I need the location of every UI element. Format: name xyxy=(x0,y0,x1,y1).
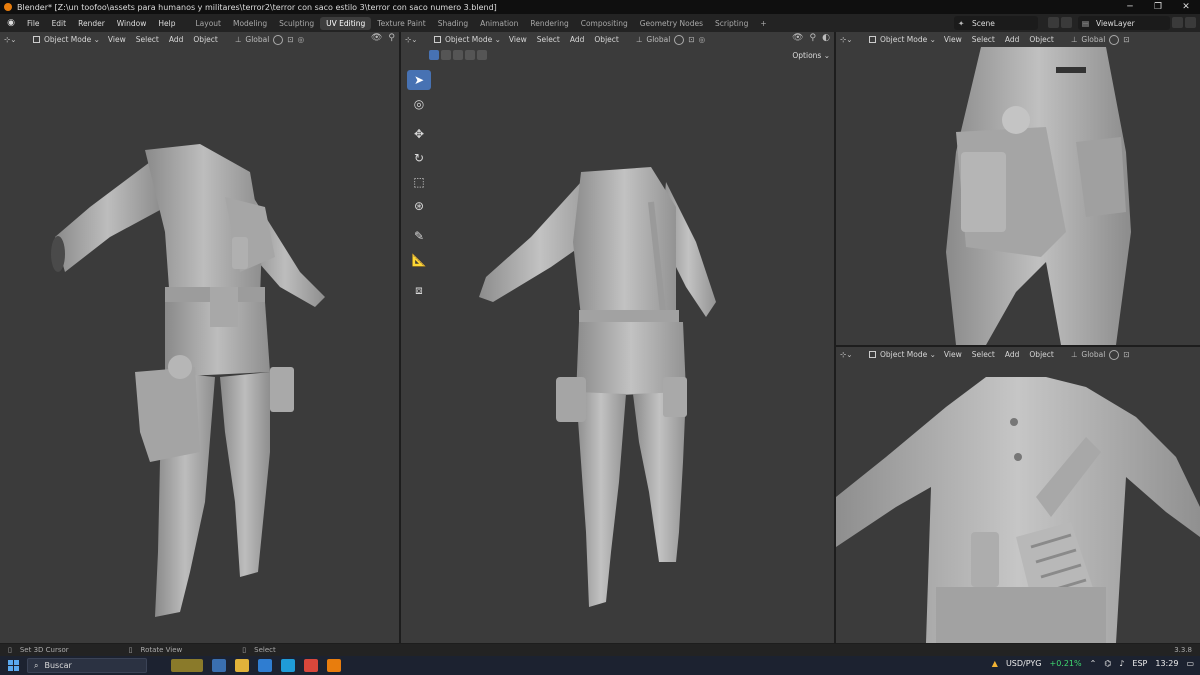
blender-menu-icon[interactable]: ◉ xyxy=(5,17,17,29)
scene-name: Scene xyxy=(972,18,995,28)
ticker-change: +0.21% xyxy=(1049,659,1082,668)
delete-scene-icon[interactable] xyxy=(1061,17,1072,28)
viewlayer-selector[interactable]: ▤ ViewLayer xyxy=(1078,16,1170,30)
window-titlebar: Blender* [Z:\un toofoo\assets para human… xyxy=(0,0,1200,14)
menu-help[interactable]: Help xyxy=(152,19,181,28)
status-left: Set 3D Cursor xyxy=(19,646,69,654)
workspace-tabs: Layout Modeling Sculpting UV Editing Tex… xyxy=(189,16,772,30)
tab-geometry-nodes[interactable]: Geometry Nodes xyxy=(634,17,709,30)
blender-logo-icon xyxy=(4,3,12,11)
delete-viewlayer-icon[interactable] xyxy=(1185,17,1196,28)
system-tray: ▲ USD/PYG +0.21% ⌃ ⌬ ♪ ESP 13:29 ▭ xyxy=(992,659,1194,668)
viewlayer-name: ViewLayer xyxy=(1096,18,1135,28)
add-workspace-button[interactable]: + xyxy=(754,17,772,30)
blender-taskbar-icon[interactable] xyxy=(327,659,341,672)
task-view-icon[interactable] xyxy=(212,659,226,672)
mouse-right-icon: ▯ xyxy=(242,646,247,654)
menu-file[interactable]: File xyxy=(21,19,46,28)
windows-start-icon[interactable] xyxy=(8,660,19,671)
status-middle: Rotate View xyxy=(140,646,183,654)
clock[interactable]: 13:29 xyxy=(1155,659,1178,668)
file-explorer-icon[interactable] xyxy=(235,659,249,672)
close-button[interactable]: ✕ xyxy=(1172,2,1200,12)
volume-icon[interactable]: ♪ xyxy=(1119,659,1124,668)
tab-modeling[interactable]: Modeling xyxy=(227,17,273,30)
tab-rendering[interactable]: Rendering xyxy=(524,17,574,30)
taskbar-search[interactable]: ⌕ Buscar xyxy=(27,658,147,673)
top-right-model-render xyxy=(946,47,1131,345)
maximize-button[interactable]: ❐ xyxy=(1144,2,1172,12)
tab-sculpting[interactable]: Sculpting xyxy=(273,17,320,30)
store-icon[interactable] xyxy=(258,659,272,672)
viewport-bottom-right[interactable]: ⊹⌄ Object Mode ⌄ View Select Add Object … xyxy=(836,347,1200,643)
edge-icon[interactable] xyxy=(281,659,295,672)
new-scene-icon[interactable] xyxy=(1048,17,1059,28)
chrome-icon[interactable] xyxy=(304,659,318,672)
menu-edit[interactable]: Edit xyxy=(46,19,73,28)
tab-uv-editing[interactable]: UV Editing xyxy=(320,16,372,30)
scene-selector[interactable]: ✦ Scene xyxy=(954,16,1038,30)
tab-layout[interactable]: Layout xyxy=(189,17,227,30)
mouse-middle-icon: ▯ xyxy=(128,646,133,654)
scene-icon: ✦ xyxy=(958,18,965,28)
network-icon[interactable]: ⌬ xyxy=(1104,659,1111,668)
left-model-render xyxy=(51,144,325,617)
search-label: Buscar xyxy=(44,661,72,670)
tab-texture-paint[interactable]: Texture Paint xyxy=(371,17,431,30)
mouse-left-icon: ▯ xyxy=(8,646,12,654)
menu-window[interactable]: Window xyxy=(111,19,153,28)
language-indicator[interactable]: ESP xyxy=(1132,659,1147,668)
top-bar: ◉ File Edit Render Window Help Layout Mo… xyxy=(0,14,1200,32)
tab-compositing[interactable]: Compositing xyxy=(575,17,634,30)
widget-icon[interactable] xyxy=(171,659,203,672)
new-viewlayer-icon[interactable] xyxy=(1172,17,1183,28)
viewport-top-right[interactable]: ⊹⌄ Object Mode ⌄ View Select Add Object … xyxy=(836,32,1200,345)
taskbar-apps xyxy=(171,659,341,672)
status-right: Select xyxy=(254,646,276,654)
status-bar: ▯ Set 3D Cursor ▯ Rotate View ▯ Select 3… xyxy=(0,644,1200,656)
blender-version: 3.3.8 xyxy=(1174,646,1192,654)
viewport-left[interactable]: ⊹⌄ Object Mode ⌄ View Select Add Object … xyxy=(0,32,399,643)
tray-expand-icon[interactable]: ⌃ xyxy=(1090,659,1097,668)
notifications-icon[interactable]: ▭ xyxy=(1186,659,1194,668)
viewport-center[interactable]: ⊹⌄ Object Mode ⌄ View Select Add Object … xyxy=(401,32,834,643)
tab-shading[interactable]: Shading xyxy=(432,17,474,30)
menu-render[interactable]: Render xyxy=(72,19,111,28)
windows-taskbar: ⌕ Buscar ▲ USD/PYG +0.21% ⌃ ⌬ ♪ ESP 13:2… xyxy=(0,656,1200,675)
bottom-right-model-render xyxy=(836,377,1200,643)
window-title: Blender* [Z:\un toofoo\assets para human… xyxy=(17,2,497,12)
tab-animation[interactable]: Animation xyxy=(474,17,524,30)
ticker-label: USD/PYG xyxy=(1005,659,1042,668)
minimize-button[interactable]: ─ xyxy=(1116,2,1144,12)
search-icon: ⌕ xyxy=(34,660,39,670)
tab-scripting[interactable]: Scripting xyxy=(709,17,754,30)
viewlayer-icon: ▤ xyxy=(1082,18,1090,28)
ticker-icon: ▲ xyxy=(991,659,998,668)
center-model-render xyxy=(479,167,716,607)
